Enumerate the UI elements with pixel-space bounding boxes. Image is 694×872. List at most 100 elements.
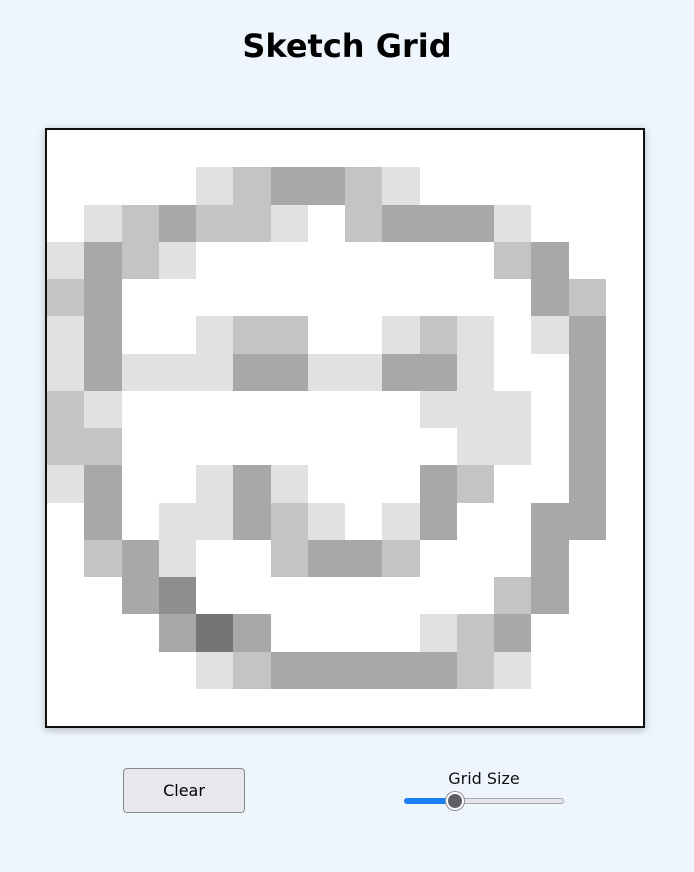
grid-cell[interactable] xyxy=(196,428,234,466)
grid-cell[interactable] xyxy=(456,167,494,205)
grid-cell[interactable] xyxy=(121,316,159,354)
grid-cell[interactable] xyxy=(47,167,85,205)
grid-cell[interactable] xyxy=(531,688,569,726)
grid-cell[interactable] xyxy=(382,353,420,391)
grid-cell[interactable] xyxy=(419,279,457,317)
grid-cell[interactable] xyxy=(121,428,159,466)
slider-thumb[interactable] xyxy=(446,792,464,810)
grid-cell[interactable] xyxy=(121,577,159,615)
grid-cell[interactable] xyxy=(494,167,532,205)
grid-cell[interactable] xyxy=(605,465,643,503)
grid-cell[interactable] xyxy=(121,502,159,540)
grid-cell[interactable] xyxy=(270,577,308,615)
grid-cell[interactable] xyxy=(531,428,569,466)
grid-cell[interactable] xyxy=(456,279,494,317)
grid-cell[interactable] xyxy=(270,167,308,205)
grid-cell[interactable] xyxy=(196,353,234,391)
grid-cell[interactable] xyxy=(270,688,308,726)
grid-cell[interactable] xyxy=(233,390,271,428)
grid-cell[interactable] xyxy=(494,204,532,242)
grid-cell[interactable] xyxy=(47,502,85,540)
grid-cell[interactable] xyxy=(158,502,196,540)
grid-cell[interactable] xyxy=(531,539,569,577)
grid-cell[interactable] xyxy=(158,241,196,279)
grid-cell[interactable] xyxy=(270,279,308,317)
grid-cell[interactable] xyxy=(419,465,457,503)
grid-cell[interactable] xyxy=(158,651,196,689)
grid-cell[interactable] xyxy=(382,539,420,577)
grid-cell[interactable] xyxy=(494,577,532,615)
grid-cell[interactable] xyxy=(345,353,383,391)
grid-cell[interactable] xyxy=(494,241,532,279)
grid-cell[interactable] xyxy=(531,316,569,354)
grid-cell[interactable] xyxy=(605,614,643,652)
grid-cell[interactable] xyxy=(233,651,271,689)
grid-cell[interactable] xyxy=(47,204,85,242)
grid-cell[interactable] xyxy=(456,688,494,726)
grid-cell[interactable] xyxy=(84,428,122,466)
grid-cell[interactable] xyxy=(345,539,383,577)
grid-cell[interactable] xyxy=(456,353,494,391)
grid-cell[interactable] xyxy=(270,353,308,391)
grid-cell[interactable] xyxy=(568,130,606,168)
grid-cell[interactable] xyxy=(568,465,606,503)
grid-cell[interactable] xyxy=(494,390,532,428)
grid-cell[interactable] xyxy=(494,539,532,577)
grid-cells[interactable] xyxy=(47,130,643,726)
grid-cell[interactable] xyxy=(196,241,234,279)
grid-cell[interactable] xyxy=(419,651,457,689)
grid-cell[interactable] xyxy=(158,428,196,466)
grid-cell[interactable] xyxy=(270,651,308,689)
grid-cell[interactable] xyxy=(345,465,383,503)
grid-cell[interactable] xyxy=(419,130,457,168)
grid-cell[interactable] xyxy=(419,502,457,540)
grid-cell[interactable] xyxy=(233,316,271,354)
grid-cell[interactable] xyxy=(270,241,308,279)
grid-cell[interactable] xyxy=(158,279,196,317)
grid-cell[interactable] xyxy=(270,428,308,466)
grid-cell[interactable] xyxy=(196,651,234,689)
grid-cell[interactable] xyxy=(494,651,532,689)
grid-cell[interactable] xyxy=(568,316,606,354)
grid-cell[interactable] xyxy=(84,130,122,168)
grid-cell[interactable] xyxy=(345,614,383,652)
grid-cell[interactable] xyxy=(307,539,345,577)
grid-cell[interactable] xyxy=(158,390,196,428)
grid-cell[interactable] xyxy=(419,539,457,577)
grid-cell[interactable] xyxy=(456,577,494,615)
grid-cell[interactable] xyxy=(382,316,420,354)
grid-cell[interactable] xyxy=(307,428,345,466)
grid-cell[interactable] xyxy=(158,130,196,168)
grid-cell[interactable] xyxy=(196,614,234,652)
grid-cell[interactable] xyxy=(307,204,345,242)
grid-cell[interactable] xyxy=(382,688,420,726)
grid-cell[interactable] xyxy=(270,539,308,577)
grid-cell[interactable] xyxy=(382,390,420,428)
grid-cell[interactable] xyxy=(121,688,159,726)
grid-cell[interactable] xyxy=(456,651,494,689)
grid-cell[interactable] xyxy=(419,428,457,466)
grid-cell[interactable] xyxy=(233,465,271,503)
grid-cell[interactable] xyxy=(84,651,122,689)
grid-cell[interactable] xyxy=(47,241,85,279)
grid-cell[interactable] xyxy=(531,167,569,205)
grid-cell[interactable] xyxy=(121,204,159,242)
grid-cell[interactable] xyxy=(605,539,643,577)
grid-cell[interactable] xyxy=(307,353,345,391)
grid-cell[interactable] xyxy=(307,502,345,540)
grid-cell[interactable] xyxy=(84,465,122,503)
grid-cell[interactable] xyxy=(47,539,85,577)
grid-cell[interactable] xyxy=(47,465,85,503)
grid-cell[interactable] xyxy=(307,688,345,726)
grid-cell[interactable] xyxy=(345,204,383,242)
grid-cell[interactable] xyxy=(382,502,420,540)
grid-cell[interactable] xyxy=(196,316,234,354)
grid-cell[interactable] xyxy=(494,465,532,503)
grid-cell[interactable] xyxy=(382,465,420,503)
grid-cell[interactable] xyxy=(158,167,196,205)
grid-cell[interactable] xyxy=(494,130,532,168)
grid-cell[interactable] xyxy=(531,465,569,503)
grid-cell[interactable] xyxy=(531,502,569,540)
grid-cell[interactable] xyxy=(494,279,532,317)
grid-cell[interactable] xyxy=(84,241,122,279)
